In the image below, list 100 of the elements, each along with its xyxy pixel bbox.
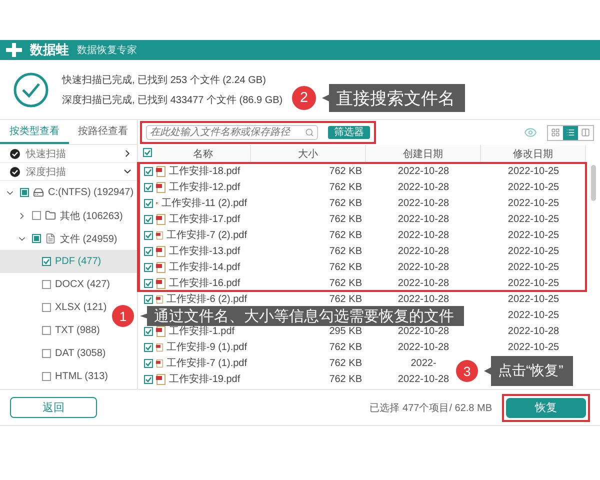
file-size: 762 KB: [329, 278, 362, 288]
checkbox[interactable]: [144, 294, 153, 304]
drive-icon: [33, 187, 44, 198]
file-name: 工作安排-18.pdf: [169, 164, 240, 178]
list-view-icon: [566, 128, 575, 137]
file-name: 工作安排-12.pdf: [169, 180, 240, 194]
checkbox[interactable]: [42, 303, 51, 312]
file-name: 工作安排-17.pdf: [169, 212, 240, 226]
view-tab[interactable]: 按类型查看: [0, 120, 68, 144]
file-size: 762 KB: [329, 262, 362, 272]
column-header[interactable]: 修改日期: [481, 146, 585, 160]
file-size: 762 KB: [329, 358, 362, 368]
view-tab[interactable]: 按路径查看: [68, 120, 137, 144]
tree-item[interactable]: C:(NTFS) (192947): [48, 187, 134, 198]
checkbox[interactable]: [20, 188, 29, 197]
scan-item[interactable]: 深度扫描: [26, 164, 115, 178]
file-name: 工作安排-7 (1).pdf: [166, 356, 247, 370]
search-icon: [305, 128, 314, 137]
tree-item[interactable]: HTML (313): [55, 371, 108, 382]
checkbox[interactable]: [144, 214, 153, 224]
file-name: 工作安排-19.pdf: [169, 372, 240, 386]
column-header[interactable]: 创建日期: [366, 146, 480, 160]
scan-item[interactable]: 快速扫描: [26, 146, 115, 160]
checkbox[interactable]: [144, 342, 153, 352]
view-mode-toggle[interactable]: [547, 124, 594, 140]
file-name: 工作安排-11 (2).pdf: [162, 196, 247, 210]
checkbox[interactable]: [144, 166, 153, 176]
modified-date: 2022-10-25: [508, 182, 560, 192]
check-circle-icon: [12, 70, 50, 108]
callout-tooltip: 点击“恢复”: [484, 356, 574, 386]
file-name: 工作安排-13.pdf: [169, 244, 240, 258]
file-size: 762 KB: [329, 230, 362, 240]
scan-summary: 深度扫描已完成, 已找到 433477 个文件 (86.9 GB): [62, 94, 283, 106]
checkbox[interactable]: [144, 278, 153, 288]
pdf-file-icon: [156, 326, 166, 336]
selection-summary: 已选择 477个项目/ 62.8 MB: [370, 402, 492, 414]
column-header[interactable]: 名称: [156, 146, 250, 160]
created-date: 2022-10-28: [398, 230, 450, 240]
checkbox[interactable]: [144, 182, 153, 192]
pdf-file-icon: [156, 342, 164, 352]
pdf-file-icon: [156, 262, 166, 272]
file-size: 762 KB: [329, 246, 362, 256]
modified-date: 2022-10-25: [508, 198, 560, 208]
tree-item[interactable]: 其他 (106263): [60, 208, 123, 222]
checkbox[interactable]: [42, 326, 51, 335]
tree-item[interactable]: TXT (988): [55, 325, 100, 336]
created-date: 2022-10-28: [398, 182, 450, 192]
checkbox[interactable]: [42, 349, 51, 358]
checkbox[interactable]: [144, 262, 153, 272]
checkbox[interactable]: [144, 374, 153, 384]
modified-date: 2022-10-25: [508, 214, 560, 224]
created-date: 2022-: [410, 358, 436, 368]
checkbox[interactable]: [144, 358, 153, 368]
checkbox[interactable]: [144, 326, 153, 336]
tree-item[interactable]: DAT (3058): [55, 348, 106, 359]
back-button[interactable]: 返回: [10, 397, 97, 418]
created-date: 2022-10-28: [398, 342, 450, 352]
tree-item[interactable]: 文件 (24959): [60, 232, 118, 246]
callout-tooltip: 直接搜索文件名: [322, 84, 465, 112]
file-size: 762 KB: [329, 374, 362, 384]
checkbox[interactable]: [144, 246, 153, 256]
logo-icon: [6, 43, 22, 57]
checkbox[interactable]: [42, 257, 51, 266]
file-size: 762 KB: [329, 214, 362, 224]
modified-date: 2022-10-25: [508, 310, 560, 320]
checkbox[interactable]: [144, 198, 153, 208]
recover-button[interactable]: 恢复: [506, 398, 586, 418]
tree-item[interactable]: DOCX (427): [55, 279, 110, 290]
pdf-file-icon: [156, 182, 166, 192]
view-mode-button[interactable]: [563, 126, 578, 140]
step-number-badge: 2: [292, 86, 316, 110]
modified-date: 2022-10-25: [508, 246, 560, 256]
tree-item[interactable]: XLSX (121): [55, 302, 107, 313]
file-name: 工作安排-14.pdf: [169, 260, 240, 274]
scrollbar-thumb[interactable]: [590, 165, 596, 201]
file-size: 762 KB: [329, 342, 362, 352]
file-name: 工作安排-16.pdf: [169, 276, 240, 290]
created-date: 2022-10-28: [398, 374, 450, 384]
filter-button[interactable]: 筛选器: [328, 126, 370, 139]
checkbox[interactable]: [144, 230, 153, 240]
checkbox[interactable]: [143, 148, 152, 156]
checkbox[interactable]: [32, 211, 41, 220]
file-size: 762 KB: [329, 198, 362, 208]
pdf-file-icon: [156, 278, 166, 288]
grid-view-icon: [551, 128, 560, 137]
document-icon: [45, 233, 56, 244]
checkbox[interactable]: [32, 234, 41, 243]
column-header[interactable]: 大小: [251, 146, 365, 160]
modified-date: 2022-10-25: [508, 342, 560, 352]
created-date: 2022-10-28: [398, 246, 450, 256]
checkbox[interactable]: [42, 372, 51, 381]
modified-date: 2022-10-25: [508, 294, 560, 304]
pdf-file-icon: [156, 374, 166, 384]
file-size: 762 KB: [329, 182, 362, 192]
checkbox[interactable]: [42, 280, 51, 289]
file-name: 工作安排-6 (2).pdf: [166, 292, 247, 306]
file-name: 工作安排-7 (2).pdf: [166, 228, 247, 242]
columns-view-icon: [581, 128, 590, 137]
file-size: 762 KB: [329, 166, 362, 176]
created-date: 2022-10-28: [398, 326, 450, 336]
